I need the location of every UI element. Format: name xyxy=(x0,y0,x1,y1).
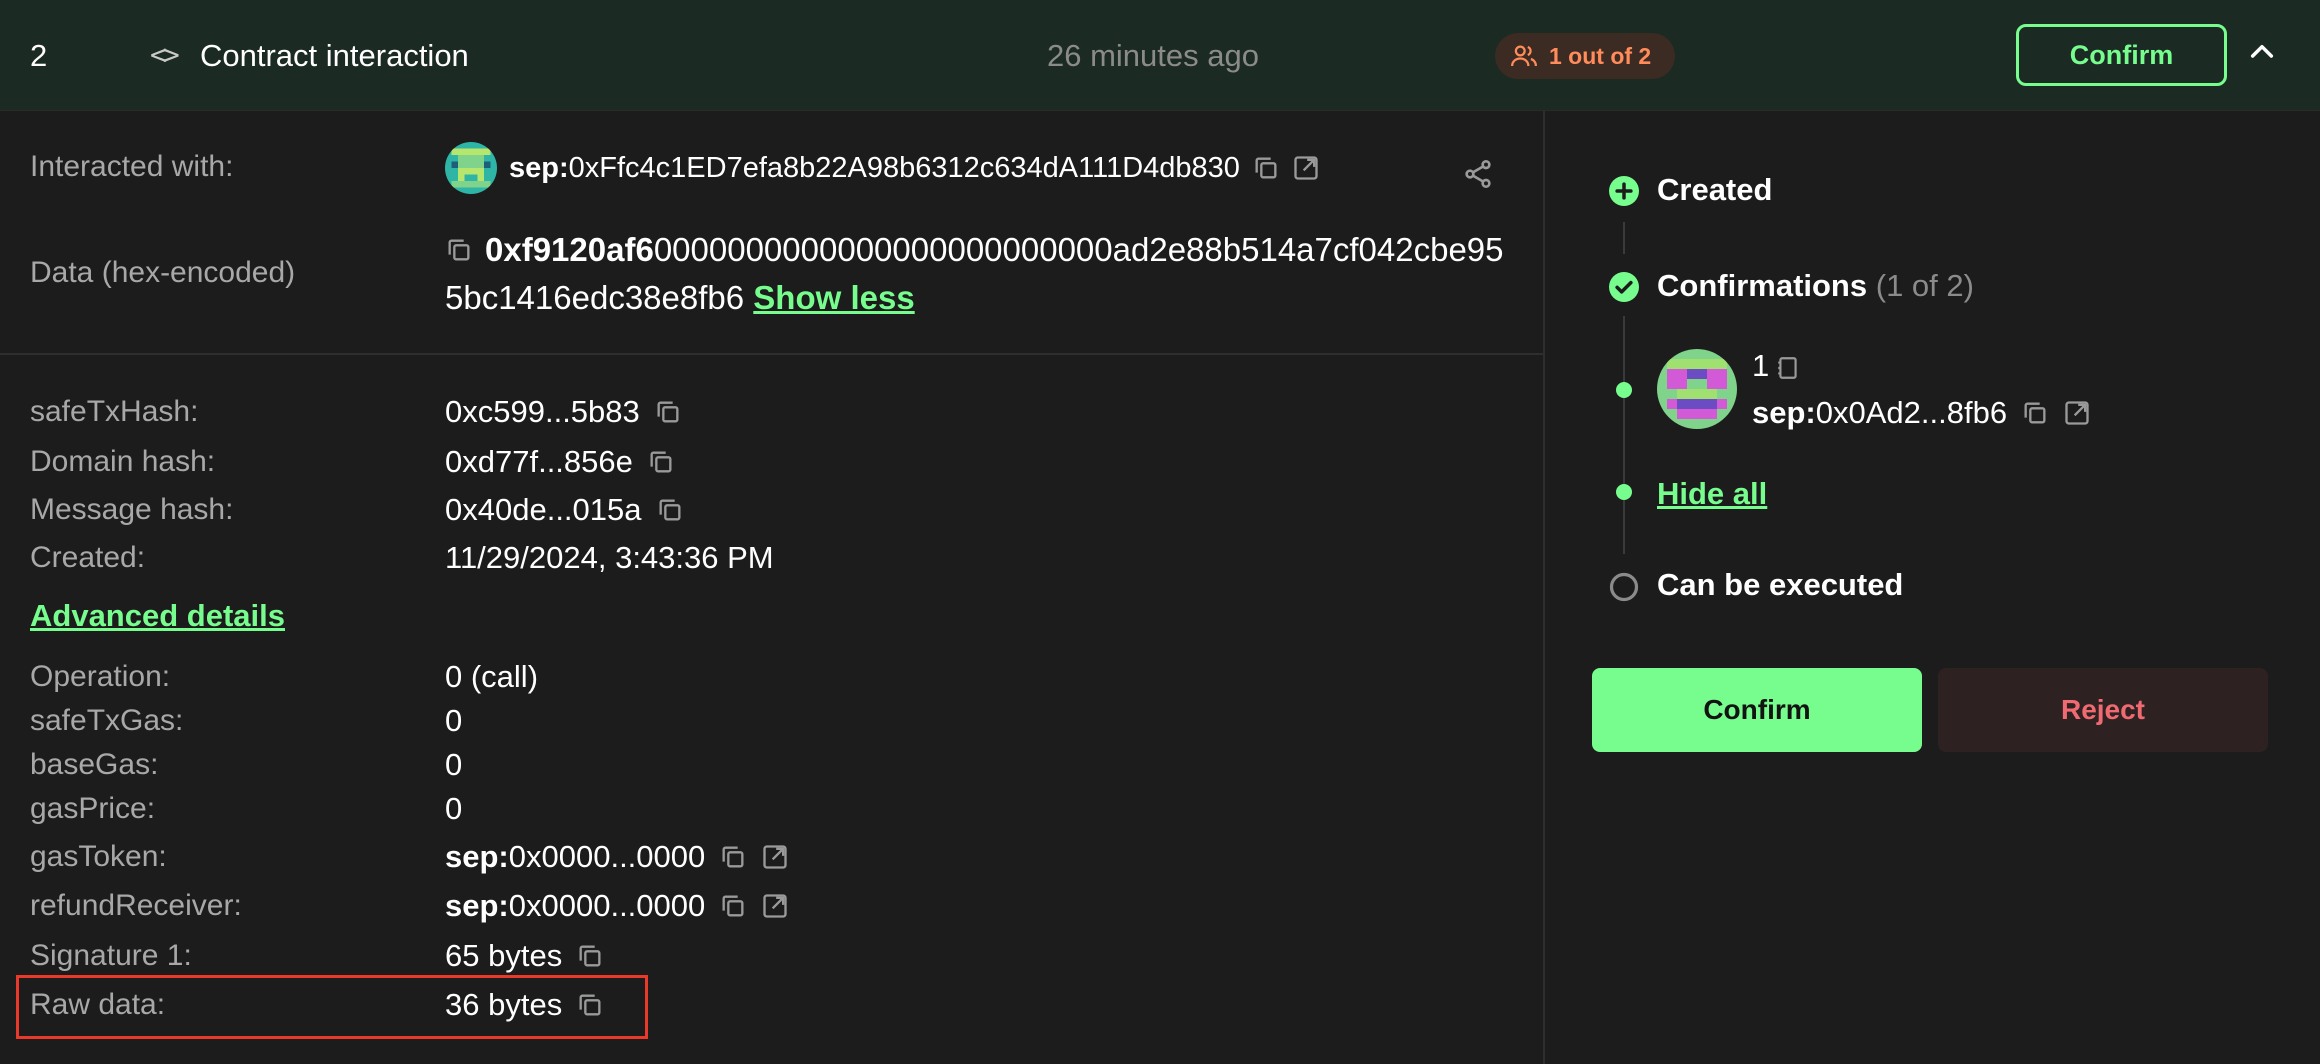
signer-index: 1 xyxy=(1752,348,1801,384)
show-less-link[interactable]: Show less xyxy=(753,279,914,316)
safe-tx-gas-label: safeTxGas: xyxy=(30,704,184,737)
chain-prefix: sep: xyxy=(445,839,509,874)
signature-label: Signature 1: xyxy=(30,939,192,972)
confirmations-count: (1 of 2) xyxy=(1875,268,1974,303)
safe-tx-hash: 0xc599...5b83 xyxy=(445,394,640,429)
signer-avatar xyxy=(1657,349,1737,429)
confirmations-badge: 1 out of 2 xyxy=(1495,33,1675,79)
operation: 0 (call) xyxy=(445,659,539,694)
data-selector: 0xf9120af6 xyxy=(485,231,654,268)
data-hex-value: 0xf9120af60000000000000000000000000ad2e8… xyxy=(445,226,1520,322)
copy-icon[interactable] xyxy=(656,496,684,524)
section-divider xyxy=(0,353,1543,355)
safe-tx-gas-value: 0 xyxy=(445,703,462,739)
copy-icon[interactable] xyxy=(719,892,747,920)
share-icon[interactable] xyxy=(1462,158,1494,190)
base-gas-label: baseGas: xyxy=(30,748,159,781)
signature-value: 65 bytes xyxy=(445,938,604,974)
gas-price-value: 0 xyxy=(445,791,462,827)
interacted-with-label: Interacted with: xyxy=(30,150,234,183)
panel-divider xyxy=(1543,111,1545,1064)
operation-value: 0 (call) xyxy=(445,659,538,695)
contract-address[interactable]: 0xFfc4c1ED7efa8b22A98b6312c634dA111D4db8… xyxy=(569,152,1240,184)
signer-address-row: sep:0x0Ad2...8fb6 xyxy=(1752,395,2091,431)
domain-hash-label: Domain hash: xyxy=(30,445,216,478)
code-icon: <> xyxy=(150,38,180,71)
safe-tx-gas: 0 xyxy=(445,703,463,738)
created-date: 11/29/2024, 3:43:36 PM xyxy=(445,540,774,575)
gas-price-label: gasPrice: xyxy=(30,792,156,825)
timeline-connector xyxy=(1623,514,1625,554)
copy-icon[interactable] xyxy=(445,229,473,261)
message-hash-value: 0x40de...015a xyxy=(445,492,684,528)
timeline-connector xyxy=(1623,222,1625,254)
gas-price: 0 xyxy=(445,791,463,826)
refund-receiver-label: refundReceiver: xyxy=(30,889,242,922)
copy-icon[interactable] xyxy=(576,942,604,970)
signature: 65 bytes xyxy=(445,938,563,973)
reject-button[interactable]: Reject xyxy=(1938,668,2268,752)
safe-tx-hash-label: safeTxHash: xyxy=(30,395,199,428)
header-confirm-button[interactable]: Confirm xyxy=(2016,24,2227,86)
confirm-button[interactable]: Confirm xyxy=(1592,668,1922,752)
check-circle-icon xyxy=(1609,272,1639,302)
timeline-created: Created xyxy=(1657,172,1773,207)
copy-icon[interactable] xyxy=(1252,154,1280,182)
created-label: Created: xyxy=(30,541,146,574)
confirmations-title: Confirmations xyxy=(1657,268,1868,303)
chevron-up-icon[interactable] xyxy=(2246,36,2278,68)
operation-label: Operation: xyxy=(30,660,171,693)
gas-token-value: sep:0x0000...0000 xyxy=(445,839,789,875)
timeline-confirmations: Confirmations (1 of 2) xyxy=(1657,268,1974,304)
chain-prefix: sep: xyxy=(445,888,509,923)
empty-circle-icon xyxy=(1609,572,1639,602)
external-link-icon[interactable] xyxy=(1292,154,1320,182)
base-gas: 0 xyxy=(445,747,463,782)
copy-icon[interactable] xyxy=(647,448,675,476)
external-link-icon[interactable] xyxy=(761,892,789,920)
refund-receiver-address[interactable]: 0x0000...0000 xyxy=(509,888,706,923)
gas-token-address[interactable]: 0x0000...0000 xyxy=(509,839,706,874)
raw-data-highlight xyxy=(16,975,648,1039)
chain-prefix: sep: xyxy=(509,151,569,184)
plus-circle-icon xyxy=(1609,176,1639,206)
signer-address[interactable]: 0x0Ad2...8fb6 xyxy=(1816,395,2007,430)
contract-avatar xyxy=(445,142,497,194)
data-hex-label: Data (hex-encoded) xyxy=(30,256,296,289)
created-value: 11/29/2024, 3:43:36 PM xyxy=(445,540,774,576)
external-link-icon[interactable] xyxy=(2063,399,2091,427)
message-hash-label: Message hash: xyxy=(30,493,234,526)
timeline-can-be-executed: Can be executed xyxy=(1657,567,1904,602)
signer-index-text: 1 xyxy=(1752,348,1770,383)
domain-hash-value: 0xd77f...856e xyxy=(445,444,675,480)
advanced-details-link[interactable]: Advanced details xyxy=(30,598,285,634)
transaction-index: 2 xyxy=(30,38,48,73)
transaction-header[interactable]: 2 <> Contract interaction 26 minutes ago… xyxy=(0,0,2320,111)
domain-hash: 0xd77f...856e xyxy=(445,444,633,479)
signer-dot xyxy=(1616,382,1632,398)
refund-receiver-value: sep:0x0000...0000 xyxy=(445,888,789,924)
hide-all-dot xyxy=(1616,484,1632,500)
copy-icon[interactable] xyxy=(719,843,747,871)
base-gas-value: 0 xyxy=(445,747,462,783)
message-hash: 0x40de...015a xyxy=(445,492,642,527)
owners-icon xyxy=(1511,45,1537,67)
confirmations-badge-text: 1 out of 2 xyxy=(1549,42,1652,69)
gas-token-label: gasToken: xyxy=(30,840,167,873)
interacted-with-value: sep:0xFfc4c1ED7efa8b22A98b6312c634dA111D… xyxy=(445,142,1320,194)
safe-tx-hash-value: 0xc599...5b83 xyxy=(445,394,682,430)
copy-icon[interactable] xyxy=(2021,399,2049,427)
transaction-type: Contract interaction xyxy=(200,38,469,73)
external-link-icon[interactable] xyxy=(761,843,789,871)
chain-prefix: sep: xyxy=(1752,395,1816,430)
copy-icon[interactable] xyxy=(654,398,682,426)
document-icon xyxy=(1775,353,1801,379)
transaction-time: 26 minutes ago xyxy=(1047,38,1259,73)
hide-all-link[interactable]: Hide all xyxy=(1657,476,1767,512)
